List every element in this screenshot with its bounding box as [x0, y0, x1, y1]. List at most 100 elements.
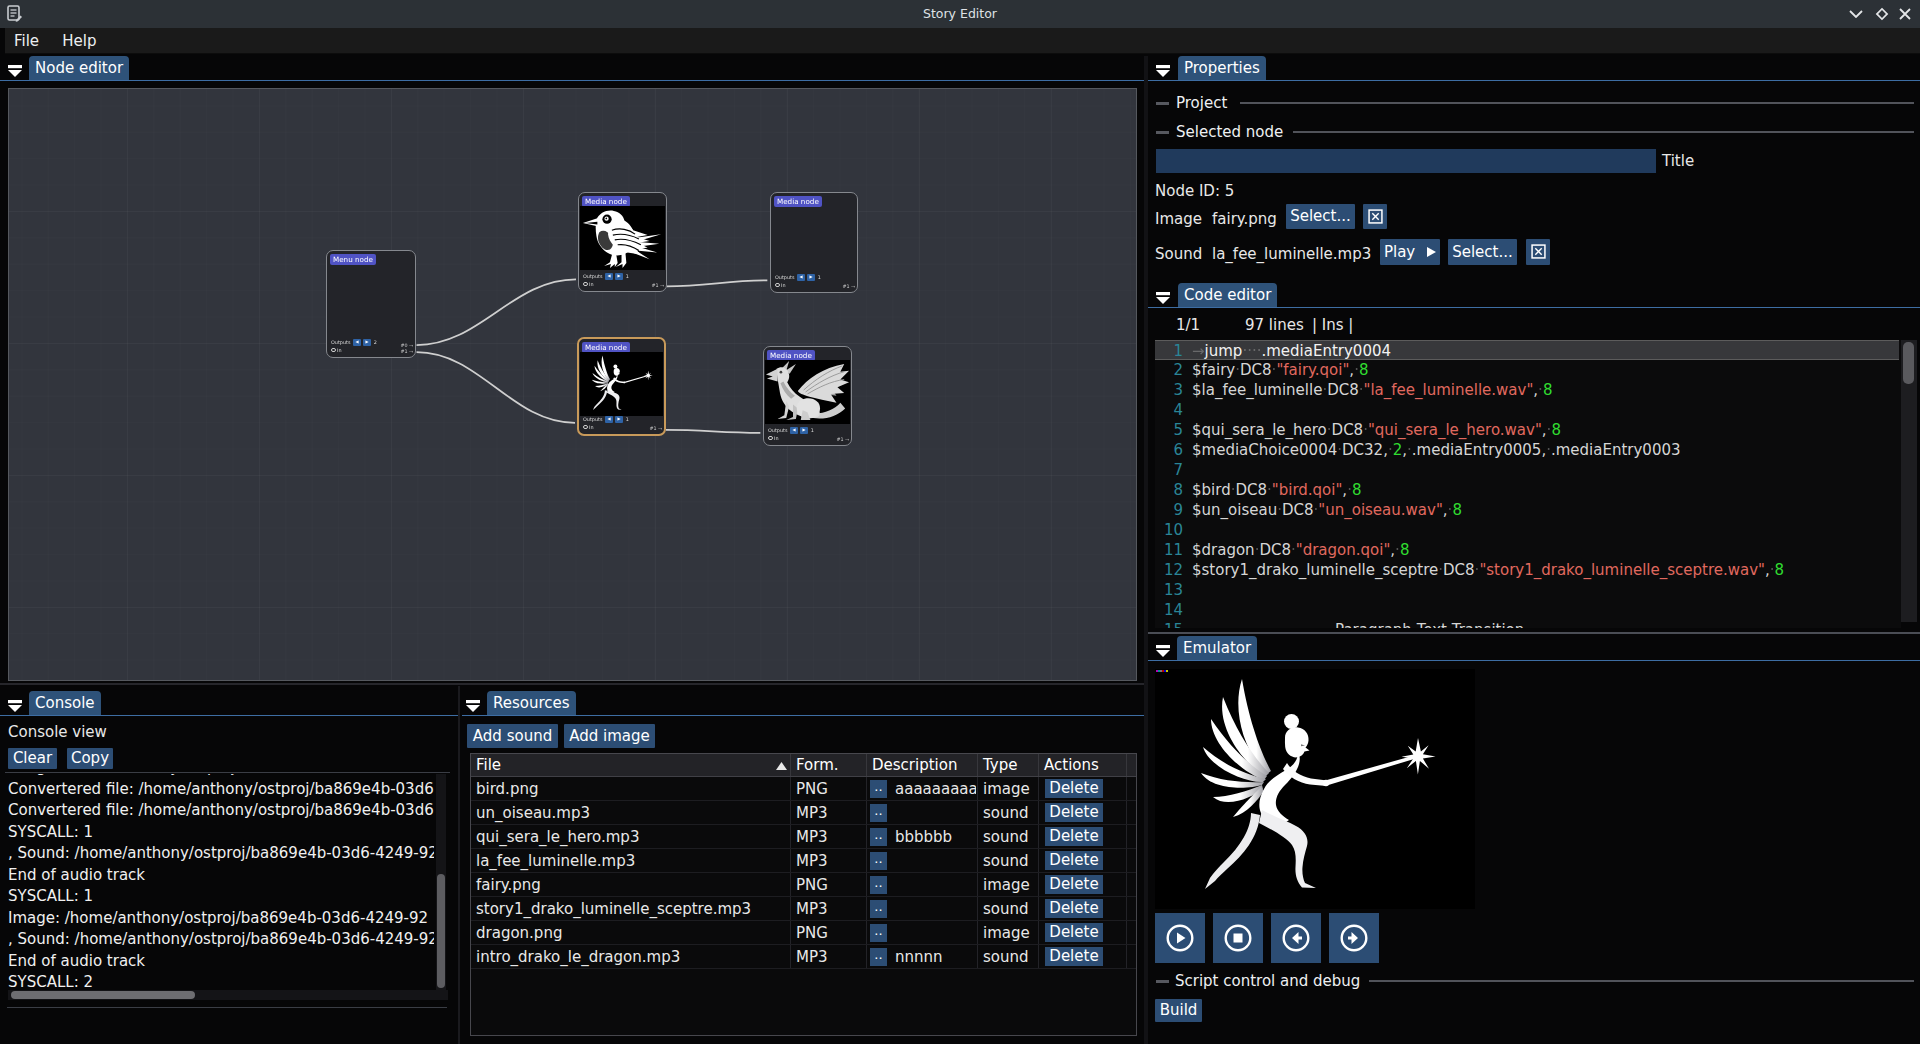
- delete-button[interactable]: Delete: [1045, 851, 1103, 870]
- input-port[interactable]: [583, 425, 588, 430]
- decrease-outputs-button[interactable]: ◀: [790, 427, 798, 434]
- connection-wire[interactable]: [417, 352, 575, 423]
- description-edit-button[interactable]: ..: [870, 828, 887, 846]
- emulator-back-button[interactable]: [1271, 913, 1321, 963]
- output-port[interactable]: #1 ⤳: [837, 437, 849, 443]
- table-row[interactable]: bird.pngPNG..aaaaaaaaaimageDelete: [471, 777, 1136, 801]
- delete-button[interactable]: Delete: [1045, 875, 1103, 894]
- image-select-button[interactable]: Select...: [1286, 204, 1355, 229]
- table-row[interactable]: un_oiseau.mp3MP3..soundDelete: [471, 801, 1136, 825]
- cell-file: un_oiseau.mp3: [471, 801, 787, 825]
- input-port[interactable]: [583, 282, 588, 287]
- node-fairy[interactable]: Media nodeOutputs ◀▶ 1In#1 ⤳: [577, 337, 666, 436]
- delete-button[interactable]: Delete: [1045, 923, 1103, 942]
- decrease-outputs-button[interactable]: ◀: [605, 416, 613, 423]
- column-header-type[interactable]: Type: [978, 754, 1017, 777]
- cell-format: MP3: [791, 945, 865, 969]
- table-row[interactable]: story1_drako_luminelle_sceptre.mp3MP3..s…: [471, 897, 1136, 921]
- copy-button[interactable]: Copy: [67, 748, 113, 769]
- tab-resources[interactable]: Resources: [487, 691, 576, 715]
- delete-button[interactable]: Delete: [1045, 947, 1103, 966]
- input-port[interactable]: [768, 436, 773, 441]
- code-editor-area[interactable]: 1→jump····.mediaEntry00042$fairy·DC8·"fa…: [1155, 340, 1901, 628]
- node-bird[interactable]: Media nodeOutputs ◀▶ 1In#1 ⤳: [578, 192, 667, 292]
- menu-help[interactable]: Help: [53, 28, 105, 54]
- description-edit-button[interactable]: ..: [870, 900, 887, 918]
- add-sound-button[interactable]: Add sound: [467, 724, 558, 748]
- output-port[interactable]: #1 ⤳: [401, 349, 413, 355]
- sound-select-button[interactable]: Select...: [1448, 239, 1517, 265]
- table-row[interactable]: fairy.pngPNG..imageDelete: [471, 873, 1136, 897]
- decrease-outputs-button[interactable]: ◀: [353, 339, 361, 346]
- delete-button[interactable]: Delete: [1045, 899, 1103, 918]
- node-editor-header: Node editor: [0, 56, 1144, 81]
- tab-emulator[interactable]: Emulator: [1177, 636, 1257, 660]
- description-edit-button[interactable]: ..: [870, 876, 887, 894]
- console-vertical-scrollbar[interactable]: [436, 774, 446, 990]
- table-row[interactable]: intro_drako_le_dragon.mp3MP3..nnnnnsound…: [471, 945, 1136, 969]
- node-menu[interactable]: Menu nodeOutputs ◀▶ 2In#0 ⤳#1 ⤳: [326, 250, 416, 358]
- emulator-forward-button[interactable]: [1329, 913, 1379, 963]
- increase-outputs-button[interactable]: ▶: [800, 427, 808, 434]
- connection-wire[interactable]: [667, 280, 768, 286]
- emulator-play-button[interactable]: [1155, 913, 1205, 963]
- node-dragon[interactable]: Media nodeOutputs ◀▶ 1In#1 ⤳: [763, 346, 852, 446]
- add-image-button[interactable]: Add image: [564, 724, 655, 748]
- description-edit-button[interactable]: ..: [870, 852, 887, 870]
- output-port[interactable]: #1 ⤳: [652, 283, 664, 289]
- tab-node-editor[interactable]: Node editor: [29, 56, 129, 80]
- increase-outputs-button[interactable]: ▶: [615, 273, 623, 280]
- arrow-left-circle-icon: [1282, 924, 1310, 952]
- node-tr[interactable]: Media nodeOutputs ◀▶ 1In#1 ⤳: [770, 192, 858, 293]
- column-header-file[interactable]: File: [471, 754, 501, 777]
- emulator-stop-button[interactable]: [1213, 913, 1263, 963]
- collapse-icon[interactable]: [466, 697, 480, 716]
- stop-circle-icon: [1224, 924, 1252, 952]
- menu-file[interactable]: File: [5, 28, 48, 54]
- code-vertical-scrollbar[interactable]: [1901, 340, 1917, 622]
- input-port[interactable]: [331, 348, 336, 353]
- output-port[interactable]: #1 ⤳: [650, 426, 662, 432]
- decrease-outputs-button[interactable]: ◀: [605, 273, 613, 280]
- table-row[interactable]: la_fee_luminelle.mp3MP3..soundDelete: [471, 849, 1136, 873]
- table-row[interactable]: dragon.pngPNG..imageDelete: [471, 921, 1136, 945]
- node-editor-canvas[interactable]: Menu nodeOutputs ◀▶ 2In#0 ⤳#1 ⤳ Media nod…: [8, 88, 1137, 681]
- tab-console[interactable]: Console: [29, 691, 101, 715]
- fairy-image: [1155, 669, 1475, 909]
- sound-clear-button[interactable]: [1526, 239, 1550, 265]
- connection-wire[interactable]: [417, 279, 576, 345]
- column-header-description[interactable]: Description: [867, 754, 957, 777]
- tab-code-editor[interactable]: Code editor: [1178, 283, 1277, 307]
- collapse-icon[interactable]: [8, 697, 22, 716]
- connection-wire[interactable]: [666, 430, 761, 433]
- clear-button[interactable]: Clear: [8, 748, 57, 769]
- delete-button[interactable]: Delete: [1045, 803, 1103, 822]
- group-label: Selected node: [1176, 123, 1283, 141]
- description-edit-button[interactable]: ..: [870, 780, 887, 798]
- title-input[interactable]: [1156, 149, 1656, 173]
- tab-properties[interactable]: Properties: [1178, 56, 1266, 80]
- input-port[interactable]: [775, 283, 780, 288]
- delete-button[interactable]: Delete: [1045, 827, 1103, 846]
- collapse-icon[interactable]: [8, 62, 22, 81]
- build-button[interactable]: Build: [1155, 999, 1202, 1022]
- description-edit-button[interactable]: ..: [870, 924, 887, 942]
- console-output[interactable]: Image: /home/anthony/ostproj/ba869e4b-03…: [8, 774, 434, 990]
- output-port[interactable]: #1 ⤳: [843, 284, 855, 290]
- image-clear-button[interactable]: [1363, 204, 1387, 229]
- collapse-icon[interactable]: [1156, 642, 1170, 661]
- decrease-outputs-button[interactable]: ◀: [797, 274, 805, 281]
- description-edit-button[interactable]: ..: [870, 804, 887, 822]
- column-header-actions[interactable]: Actions: [1039, 754, 1099, 777]
- description-edit-button[interactable]: ..: [870, 948, 887, 966]
- sound-play-button[interactable]: Play: [1380, 239, 1440, 265]
- column-header-form[interactable]: Form.: [791, 754, 839, 777]
- console-horizontal-scrollbar[interactable]: [8, 990, 448, 1000]
- increase-outputs-button[interactable]: ▶: [807, 274, 815, 281]
- collapse-icon[interactable]: [1156, 289, 1170, 308]
- increase-outputs-button[interactable]: ▶: [615, 416, 623, 423]
- increase-outputs-button[interactable]: ▶: [363, 339, 371, 346]
- collapse-icon[interactable]: [1156, 62, 1170, 81]
- delete-button[interactable]: Delete: [1045, 779, 1103, 798]
- table-row[interactable]: qui_sera_le_hero.mp3MP3..bbbbbbsoundDele…: [471, 825, 1136, 849]
